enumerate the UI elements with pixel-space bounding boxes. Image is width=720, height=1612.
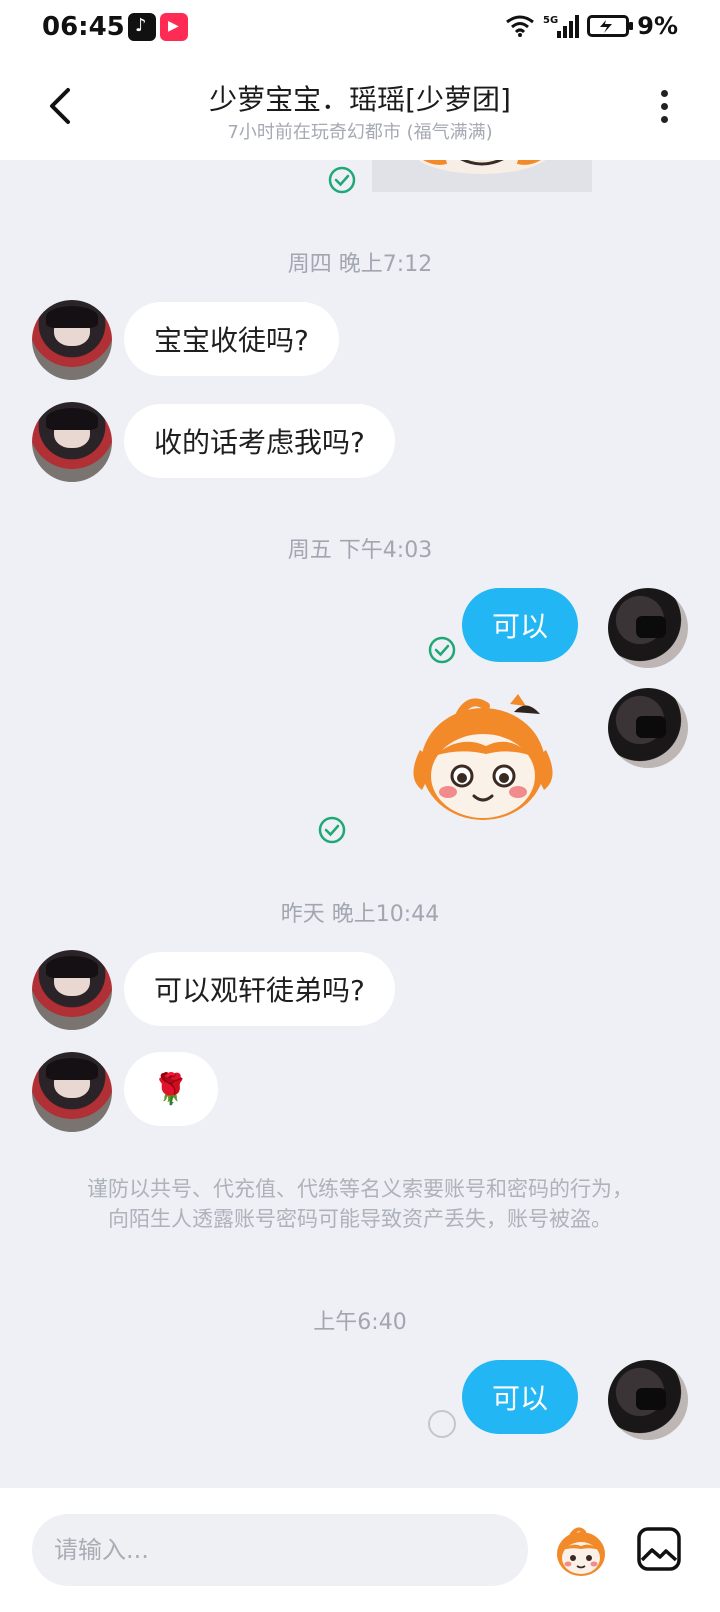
my-avatar[interactable] [608, 1360, 688, 1440]
more-dot-icon [660, 103, 668, 110]
status-indicators: 5G 9% [505, 12, 678, 40]
contact-avatar[interactable] [32, 1052, 112, 1132]
message-text: 收的话考虑我吗? [154, 426, 365, 459]
wifi-icon [506, 15, 535, 37]
security-notice: 谨防以共号、代充值、代练等名义索要账号和密码的行为， 向陌生人透露账号密码可能导… [40, 1174, 680, 1234]
more-options-button[interactable] [658, 90, 670, 126]
sticker-button[interactable] [552, 1522, 610, 1580]
incoming-message-bubble[interactable]: 宝宝收徒吗? [124, 302, 339, 376]
message-timestamp: 周四 晚上7:12 [287, 252, 433, 277]
status-bar: 06:45 5G 9% [0, 0, 720, 56]
rose-emoji: 🌹 [152, 1071, 190, 1107]
contact-avatar[interactable] [32, 300, 112, 380]
tiktok-notification-icon [128, 13, 156, 41]
battery-icon [587, 15, 634, 37]
incoming-message-bubble[interactable]: 🌹 [124, 1052, 218, 1126]
read-check-icon [318, 816, 346, 844]
message-text: 可以 [491, 1382, 548, 1415]
security-notice-line: 向陌生人透露账号密码可能导致资产丢失，账号被盗。 [108, 1207, 612, 1231]
message-input[interactable] [32, 1514, 528, 1586]
image-picker-button[interactable] [636, 1526, 682, 1572]
incoming-message-bubble[interactable]: 收的话考虑我吗? [124, 404, 395, 478]
more-dot-icon [660, 116, 668, 123]
signal-5g-icon: 5G [543, 15, 580, 38]
input-bar [0, 1488, 720, 1612]
my-avatar[interactable] [608, 588, 688, 668]
message-timestamp: 周五 下午4:03 [287, 538, 433, 563]
sticker-image[interactable] [400, 690, 566, 830]
sending-status-icon [428, 1410, 456, 1438]
chat-messages[interactable]: 周四 晚上7:12 宝宝收徒吗? 收的话考虑我吗? 周五 下午4:03 可以 昨… [0, 160, 720, 1488]
contact-status: 7小时前在玩奇幻都市 (福气满满) [227, 122, 493, 143]
network-type-label: 5G [543, 15, 558, 26]
message-timestamp: 昨天 晚上10:44 [280, 902, 440, 927]
chat-header: 少萝宝宝．瑶瑶[少萝团] 7小时前在玩奇幻都市 (福气满满) [0, 56, 720, 160]
battery-percent: 9% [637, 12, 678, 40]
incoming-message-bubble[interactable]: 可以观轩徒弟吗? [124, 952, 395, 1026]
read-check-icon [328, 166, 356, 194]
contact-avatar[interactable] [32, 950, 112, 1030]
outgoing-message-bubble[interactable]: 可以 [461, 588, 578, 662]
more-dot-icon [660, 90, 668, 97]
partial-sticker-image[interactable] [372, 160, 592, 192]
message-text: 可以 [491, 610, 548, 643]
status-time: 06:45 [42, 12, 125, 42]
message-text: 宝宝收徒吗? [154, 324, 309, 357]
contact-name: 少萝宝宝．瑶瑶[少萝团] [209, 83, 511, 116]
message-text: 可以观轩徒弟吗? [154, 974, 365, 1007]
security-notice-line: 谨防以共号、代充值、代练等名义索要账号和密码的行为， [87, 1177, 633, 1201]
my-avatar[interactable] [608, 688, 688, 768]
message-timestamp: 上午6:40 [313, 1310, 407, 1335]
contact-avatar[interactable] [32, 402, 112, 482]
outgoing-message-bubble[interactable]: 可以 [461, 1360, 578, 1434]
read-check-icon [428, 636, 456, 664]
video-app-notification-icon [160, 13, 188, 41]
